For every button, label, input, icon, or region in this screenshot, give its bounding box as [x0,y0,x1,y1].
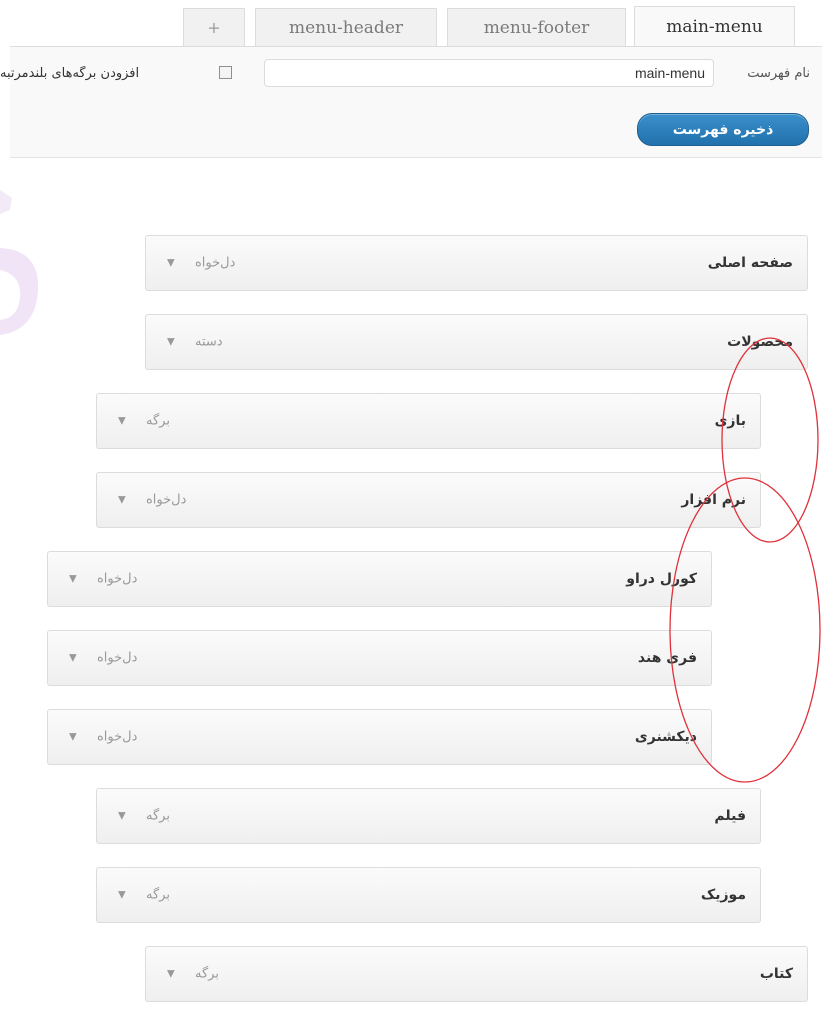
menu-item-type: دل‌خواه [146,492,187,508]
menu-item-type: دل‌خواه [195,255,236,271]
menu-item-type: دل‌خواه [97,571,138,587]
menu-item[interactable]: کورل دراو دل‌خواه ▼ [47,551,712,607]
menu-item-type: برگه [146,808,170,824]
menu-item[interactable]: دیکشنری دل‌خواه ▼ [47,709,712,765]
menu-item-type: برگه [146,413,170,429]
arrow-down-icon[interactable]: ▼ [118,495,126,506]
menu-item[interactable]: محصولات دسته ▼ [145,314,808,370]
menu-item-type: برگه [195,966,219,982]
menu-item-title: فیلم [714,808,746,824]
menu-item-type: دل‌خواه [97,729,138,745]
arrow-down-icon[interactable]: ▼ [118,811,126,822]
tab-menu-header[interactable]: menu-header [255,8,437,46]
menu-item-title: فری هند [637,650,697,666]
arrow-down-icon[interactable]: ▼ [167,969,175,980]
menu-name-label: نام فهرست [747,66,810,81]
menu-item[interactable]: فیلم برگه ▼ [96,788,761,844]
menu-item-type: دسته [195,334,223,350]
menu-item-title: کتاب [759,966,793,982]
arrow-down-icon[interactable]: ▼ [118,416,126,427]
plus-icon: + [207,18,221,37]
tab-menu-footer[interactable]: menu-footer [447,8,626,46]
menu-item-title: محصولات [727,334,793,350]
tab-main-menu[interactable]: main-menu [634,6,795,47]
menu-item-type: دل‌خواه [97,650,138,666]
arrow-down-icon[interactable]: ▼ [69,732,77,743]
arrow-down-icon[interactable]: ▼ [69,653,77,664]
watermark-graphic [0,190,39,335]
menu-item[interactable]: فری هند دل‌خواه ▼ [47,630,712,686]
menu-item[interactable]: موزیک برگه ▼ [96,867,761,923]
auto-add-checkbox[interactable] [219,66,232,79]
menu-item-type: برگه [146,887,170,903]
menu-item[interactable]: بازی برگه ▼ [96,393,761,449]
save-menu-button[interactable]: ذخیره فهرست [637,113,809,146]
arrow-down-icon[interactable]: ▼ [167,337,175,348]
tab-add-menu[interactable]: + [183,8,245,46]
menu-item-title: کورل دراو [626,571,697,587]
menu-item[interactable]: نرم افزار دل‌خواه ▼ [96,472,761,528]
menu-item-title: صفحه اصلی [707,255,793,271]
arrow-down-icon[interactable]: ▼ [118,890,126,901]
save-menu-label: ذخیره فهرست [672,121,774,138]
arrow-down-icon[interactable]: ▼ [69,574,77,585]
menu-item-title: نرم افزار [681,492,746,508]
menu-item[interactable]: صفحه اصلی دل‌خواه ▼ [145,235,808,291]
menu-item-title: بازی [714,413,746,429]
tab-label: menu-header [288,17,404,38]
arrow-down-icon[interactable]: ▼ [167,258,175,269]
menu-item[interactable]: کتاب برگه ▼ [145,946,808,1002]
tab-label: menu-footer [483,17,590,38]
tab-label: main-menu [666,17,763,37]
menu-name-input[interactable] [264,59,714,87]
auto-add-label: افزودن برگه‌های بلندمرتبه [0,66,140,81]
menu-item-title: دیکشنری [634,729,697,745]
menu-item-title: موزیک [700,887,746,903]
